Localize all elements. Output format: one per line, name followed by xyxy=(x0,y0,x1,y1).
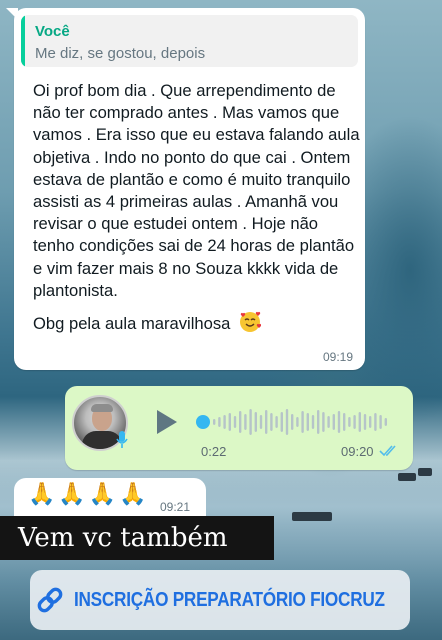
voice-duration: 0:22 xyxy=(201,444,227,459)
praying-hands-emoji: 🙏🙏🙏🙏 xyxy=(28,481,150,506)
waveform-bar xyxy=(280,412,283,432)
play-icon[interactable] xyxy=(157,410,177,434)
smiling-face-with-hearts-icon xyxy=(240,311,262,333)
waveform-bar xyxy=(270,413,273,431)
waveform-bar xyxy=(218,417,221,427)
waveform-bar xyxy=(291,414,294,430)
waveform-bar xyxy=(322,412,325,432)
link-sticker-button[interactable]: INSCRIÇÃO PREPARATÓRIO FIOCRUZ xyxy=(30,570,410,630)
quote-bar xyxy=(21,15,25,67)
voice-message-bubble[interactable]: 0:22 09:20 xyxy=(65,386,413,470)
incoming-message-bubble[interactable]: Você Me diz, se gostou, depois Oi prof b… xyxy=(14,8,365,370)
waveform-bar xyxy=(228,413,231,431)
waveform-bar xyxy=(254,412,257,432)
message-closing: Obg pela aula maravilhosa xyxy=(33,314,231,334)
waveform-bar xyxy=(332,414,335,430)
message-body: Oi prof bom dia . Que arrependimento de … xyxy=(33,80,363,335)
quoted-text: Me diz, se gostou, depois xyxy=(35,45,206,62)
voice-time: 09:20 xyxy=(341,444,374,459)
waveform-bar xyxy=(285,409,289,435)
waveform-bar xyxy=(374,413,377,431)
waveform-bar xyxy=(311,415,315,429)
waveform-bar xyxy=(358,412,361,432)
waveform-bar xyxy=(327,416,330,428)
waveform-bar xyxy=(249,409,252,435)
waveform-bar xyxy=(244,414,247,430)
microphone-icon xyxy=(116,431,128,448)
waveform-bar xyxy=(259,415,263,429)
waveform-bar xyxy=(353,415,356,429)
boat xyxy=(418,468,432,476)
read-receipt-icon xyxy=(379,445,396,457)
waveform-bar xyxy=(265,410,268,434)
waveform-bar xyxy=(296,417,299,427)
waveform-bar xyxy=(363,414,367,430)
incoming-message-bubble-partial[interactable]: 🙏🙏🙏🙏 09:21 xyxy=(14,478,206,518)
boat xyxy=(398,473,416,481)
link-sticker-label: INSCRIÇÃO PREPARATÓRIO FIOCRUZ xyxy=(74,589,385,611)
waveform-bar xyxy=(301,411,304,433)
playback-position-handle[interactable] xyxy=(196,415,210,429)
quoted-author: Você xyxy=(35,23,70,40)
waveform-bar xyxy=(348,417,351,427)
waveform-bar xyxy=(233,416,237,428)
waveform-bar xyxy=(306,413,309,431)
waveform-bar xyxy=(379,415,382,429)
waveform-bar xyxy=(369,416,372,428)
audio-waveform[interactable] xyxy=(195,406,395,438)
waveform-bar xyxy=(317,410,320,434)
partial-message-time: 09:21 xyxy=(160,500,191,514)
message-text: Oi prof bom dia . Que arrependimento de … xyxy=(33,81,360,300)
waveform-bar xyxy=(343,413,346,431)
waveform-bar xyxy=(384,418,387,426)
waveform-bar xyxy=(223,415,226,429)
boat xyxy=(292,512,332,521)
link-icon xyxy=(37,587,63,613)
story-caption: Vem vc também xyxy=(0,516,274,560)
waveform-bar xyxy=(213,419,216,425)
waveform-bar xyxy=(337,411,341,433)
message-time: 09:19 xyxy=(322,350,353,364)
waveform-bar xyxy=(275,416,278,428)
quoted-reply[interactable]: Você Me diz, se gostou, depois xyxy=(21,15,358,67)
waveform-bar xyxy=(239,411,242,433)
